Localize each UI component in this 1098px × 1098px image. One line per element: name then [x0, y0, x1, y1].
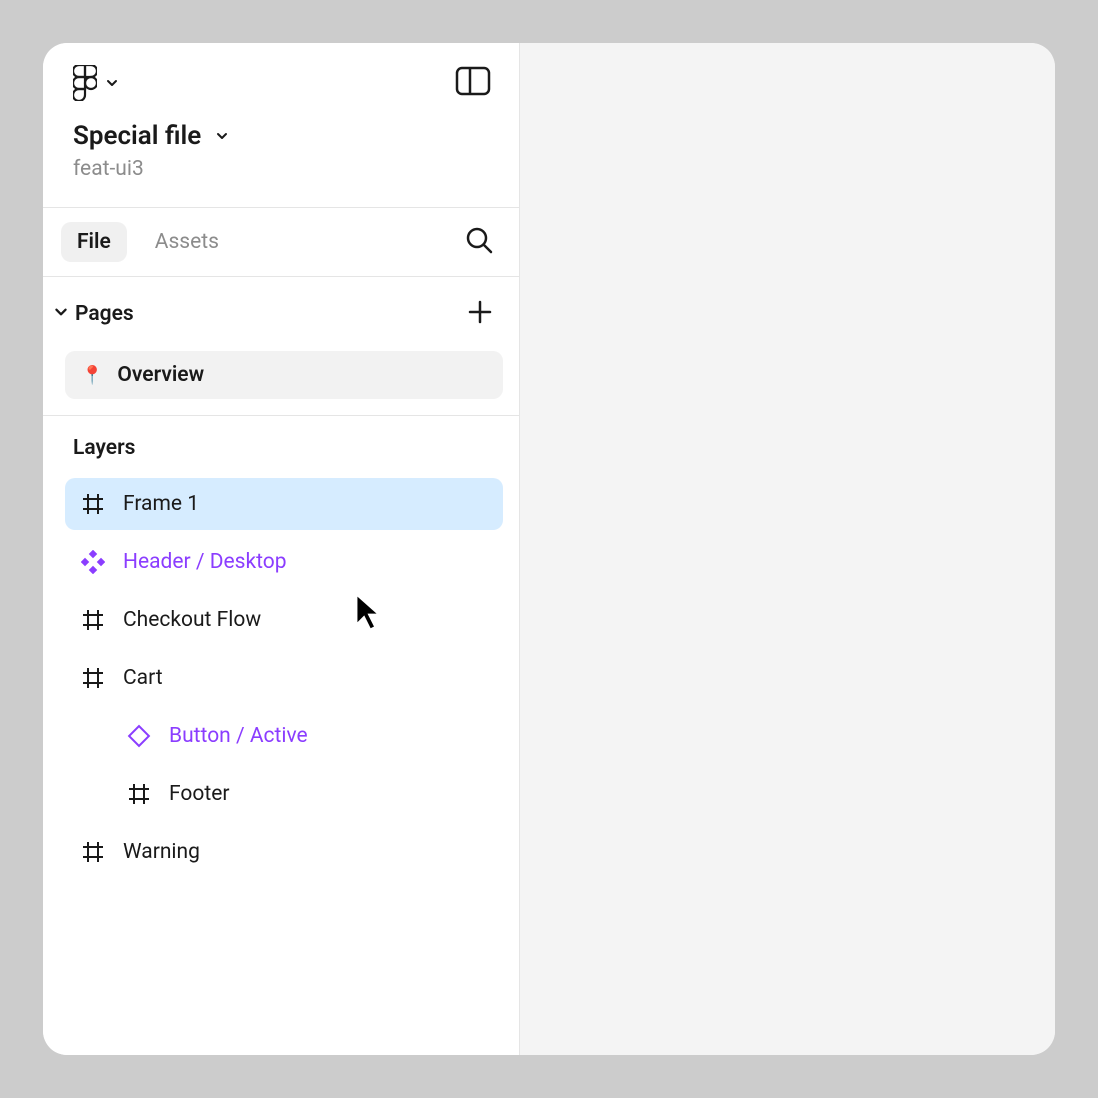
layer-item-button-active[interactable]: Button / Active: [65, 710, 503, 762]
layer-item-footer[interactable]: Footer: [65, 768, 503, 820]
layer-label: Footer: [169, 782, 229, 806]
layer-item-warning[interactable]: Warning: [65, 826, 503, 878]
tabs-row: File Assets: [43, 208, 519, 276]
pages-collapse-button[interactable]: [53, 304, 69, 324]
chevron-down-icon: [215, 129, 229, 143]
layers-title: Layers: [43, 436, 519, 478]
layers-section: Layers Frame 1: [43, 416, 519, 884]
tab-file[interactable]: File: [61, 222, 127, 262]
canvas[interactable]: [520, 43, 1055, 1055]
file-title: Special file: [73, 121, 201, 151]
plus-icon: [467, 299, 493, 325]
search-button[interactable]: [461, 222, 497, 262]
layer-item-header-desktop[interactable]: Header / Desktop: [65, 536, 503, 588]
frame-icon: [81, 492, 105, 516]
search-icon: [465, 226, 493, 254]
sidebar: Special file feat-ui3 File Assets: [43, 43, 520, 1055]
file-header: Special file feat-ui3: [43, 113, 519, 207]
layer-item-checkout-flow[interactable]: Checkout Flow: [65, 594, 503, 646]
instance-icon: [127, 724, 151, 748]
layer-label: Header / Desktop: [123, 550, 287, 574]
layer-item-cart[interactable]: Cart: [65, 652, 503, 704]
file-title-button[interactable]: Special file: [73, 121, 489, 151]
panel-toggle-button[interactable]: [455, 66, 491, 100]
layer-label: Frame 1: [123, 492, 199, 516]
figma-menu-button[interactable]: [73, 65, 119, 101]
branch-name: feat-ui3: [73, 157, 489, 181]
chevron-down-icon: [53, 304, 69, 320]
page-item-overview[interactable]: 📍 Overview: [65, 351, 503, 399]
layer-label: Button / Active: [169, 724, 308, 748]
component-set-icon: [81, 550, 105, 574]
layer-label: Checkout Flow: [123, 608, 261, 632]
tab-assets[interactable]: Assets: [139, 222, 235, 262]
add-page-button[interactable]: [463, 295, 497, 333]
layer-label: Warning: [123, 840, 200, 864]
chevron-down-icon: [105, 76, 119, 90]
frame-icon: [81, 608, 105, 632]
pages-header: Pages: [43, 277, 519, 351]
page-label: Overview: [117, 363, 204, 387]
topbar: [43, 43, 519, 113]
pin-icon: 📍: [81, 365, 103, 386]
frame-icon: [127, 782, 151, 806]
layer-item-frame-1[interactable]: Frame 1: [65, 478, 503, 530]
app-window: Special file feat-ui3 File Assets: [43, 43, 1055, 1055]
frame-icon: [81, 840, 105, 864]
frame-icon: [81, 666, 105, 690]
panel-toggle-icon: [455, 66, 491, 96]
pages-title: Pages: [75, 302, 134, 326]
figma-logo-icon: [73, 65, 97, 101]
layer-label: Cart: [123, 666, 163, 690]
